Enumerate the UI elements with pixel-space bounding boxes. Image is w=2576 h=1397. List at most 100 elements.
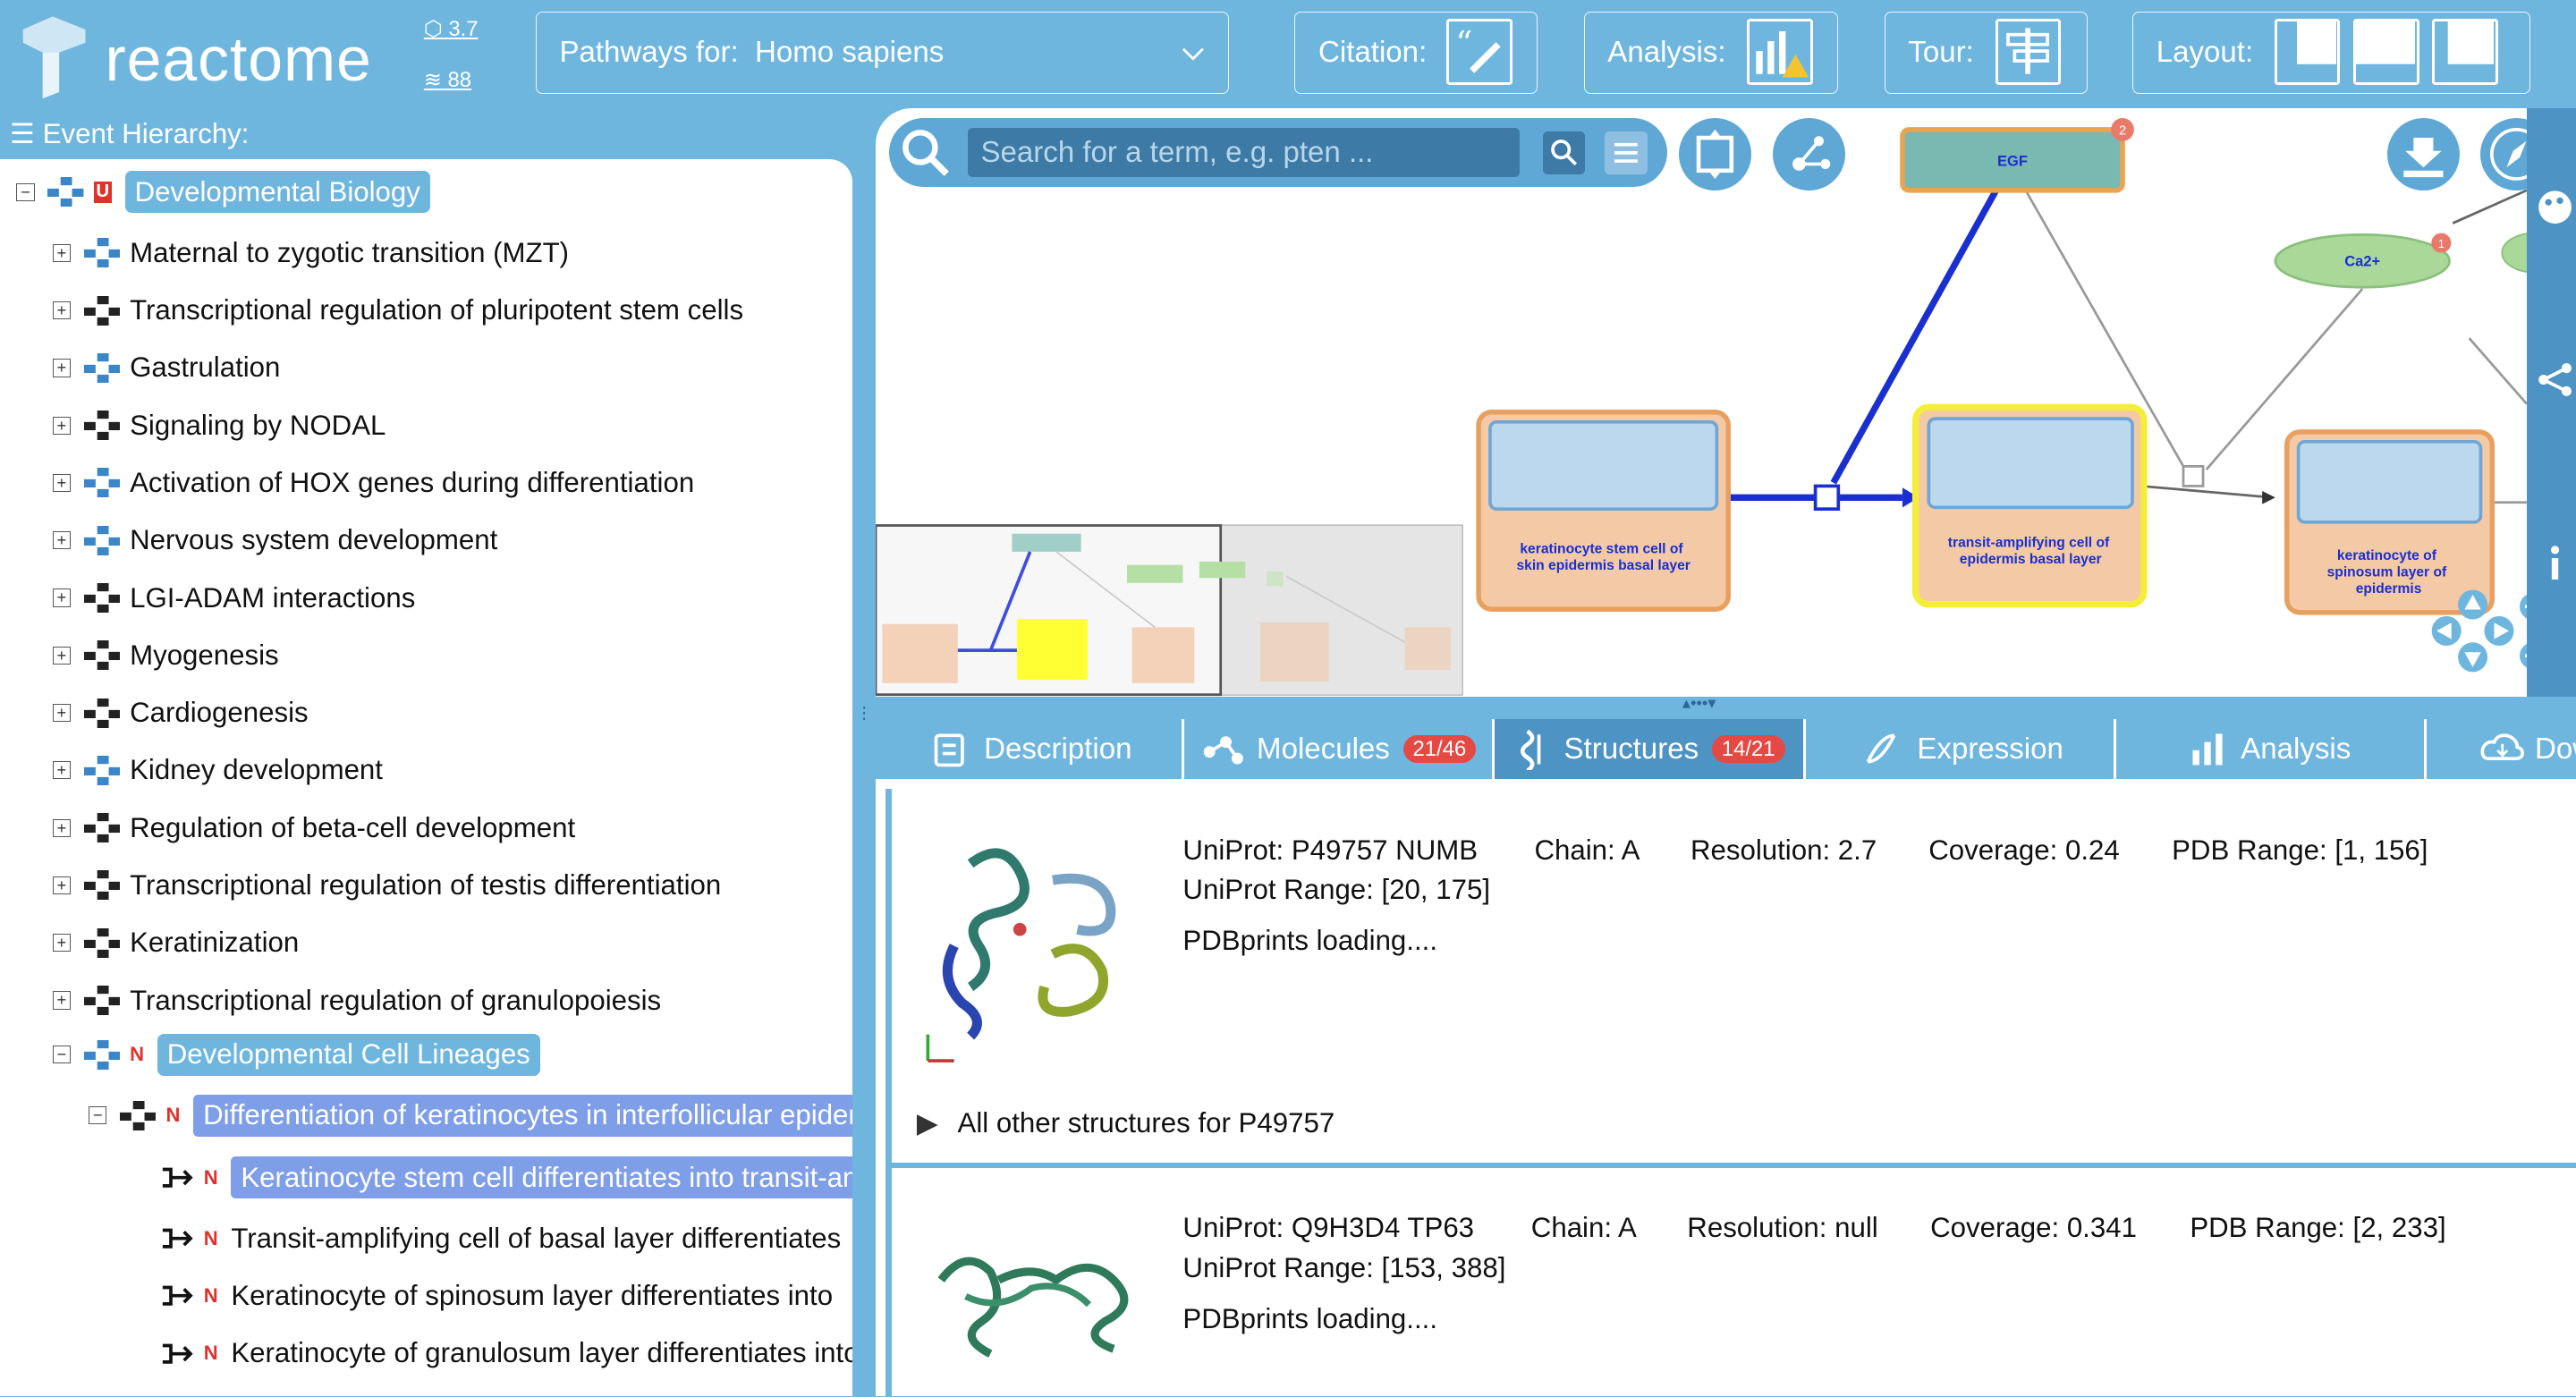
analysis-button[interactable] [1747, 19, 1813, 85]
tab-description[interactable]: Description [875, 719, 1185, 779]
layout-button-right[interactable] [2432, 19, 2498, 85]
tour-box: Tour: [1884, 11, 2089, 94]
expand-toggle[interactable]: + [52, 243, 71, 262]
palette-icon[interactable] [2530, 184, 2576, 233]
tree-reaction-stem-cell[interactable]: N Keratinocyte stem cell differentiates … [161, 1153, 853, 1202]
expand-toggle[interactable]: + [52, 761, 71, 780]
tab-structures[interactable]: Structures 14/21 [1495, 719, 1806, 779]
tab-download[interactable]: Download [2426, 719, 2576, 779]
version-link[interactable]: ⬡ 3.7 [424, 16, 479, 42]
pathway-icon [83, 1039, 121, 1070]
vertical-drag-handle[interactable]: ⋮ [856, 704, 872, 789]
expand-toggle[interactable]: + [52, 531, 71, 550]
tree-root-label[interactable]: Developmental Biology [124, 171, 430, 214]
dna-icon [1866, 733, 1896, 765]
tree-item-nodal[interactable]: + Signaling by NODAL [52, 401, 386, 450]
search-options-button[interactable] [1605, 131, 1648, 174]
tree-item-label[interactable]: Differentiation of keratinocytes in inte… [193, 1094, 853, 1137]
compass-button[interactable] [2480, 118, 2527, 191]
species-selector[interactable]: Pathways for: Homo sapiens [535, 11, 1229, 94]
expand-toggle[interactable]: + [52, 301, 71, 320]
expand-toggle[interactable]: + [52, 876, 71, 895]
tree-reaction-granulosum[interactable]: N Keratinocyte of granulosum layer diffe… [161, 1329, 852, 1378]
tour-button[interactable] [1995, 19, 2062, 85]
hierarchy-icon: ☰ [10, 118, 36, 150]
tree-item-hox[interactable]: + Activation of HOX genes during differe… [52, 458, 695, 507]
uniprot-id[interactable]: UniProt: Q9H3D4 TP63 [1182, 1212, 1474, 1244]
expand-toggle[interactable]: + [52, 934, 71, 952]
subpathway-icon [83, 295, 121, 326]
tree-item-nervous[interactable]: + Nervous system development [52, 516, 497, 565]
new-badge: N [203, 1165, 218, 1189]
tree-item-label: Activation of HOX genes during different… [130, 466, 695, 498]
tree-item-cardiogenesis[interactable]: + Cardiogenesis [52, 689, 309, 738]
collapse-toggle[interactable]: − [16, 182, 35, 201]
collapse-toggle[interactable]: − [52, 1046, 71, 1064]
tree-item-pluripotent[interactable]: + Transcriptional regulation of pluripot… [52, 286, 743, 335]
zoom-out-button[interactable] [2515, 638, 2527, 673]
search-icon[interactable] [899, 126, 952, 179]
expand-toggle[interactable]: + [52, 704, 71, 723]
fit-diagram-button[interactable] [1679, 118, 1751, 191]
details-tabs: Description Molecules 21/46 Structures 1… [875, 719, 2576, 779]
layout-box: Layout: [2132, 11, 2530, 94]
db-version-link[interactable]: ≋ 88 [424, 67, 471, 93]
reactome-logo[interactable]: reactome [10, 10, 404, 99]
expand-toggle[interactable]: + [52, 818, 71, 837]
signpost-icon [2005, 28, 2049, 74]
diagram-canvas[interactable]: EGF 2 Ca2+ 1 keratinocyte stem cell of s… [875, 108, 2527, 697]
collapse-toggle[interactable]: − [89, 1106, 107, 1125]
tree-item-lgi-adam[interactable]: + LGI-ADAM interactions [52, 573, 415, 622]
tree-item-myogenesis[interactable]: + Myogenesis [52, 631, 279, 680]
tree-root-item[interactable]: − U Developmental Biology [16, 167, 430, 216]
quote-edit-icon: “ [1456, 24, 1501, 73]
drag-handle-icon[interactable]: ▴•••▾ [1682, 693, 1716, 713]
tree-item-keratinocyte-differentiation[interactable]: − N Differentiation of keratinocytes in … [89, 1091, 853, 1140]
expand-toggle[interactable]: + [52, 646, 71, 665]
zoom-in-button[interactable] [2515, 588, 2527, 624]
tree-item-cell-lineages[interactable]: − N Developmental Cell Lineages [52, 1030, 540, 1080]
uniprot-id[interactable]: UniProt: P49757 NUMB [1182, 834, 1478, 867]
layout-button-bottom[interactable] [2353, 19, 2419, 85]
illustration-button[interactable] [1772, 118, 1845, 191]
tree-item-beta-cell[interactable]: + Regulation of beta-cell development [52, 803, 576, 852]
tree-reaction-transit-amplifying[interactable]: N Transit-amplifying cell of basal layer… [161, 1214, 841, 1263]
tab-expression[interactable]: Expression [1805, 719, 2116, 779]
diagram-thumbnail[interactable] [875, 524, 1463, 697]
info-icon[interactable] [2530, 538, 2576, 588]
tree-item-mzt[interactable]: + Maternal to zygotic transition (MZT) [52, 228, 569, 277]
search-submit-button[interactable] [1542, 131, 1586, 174]
layout-button-left[interactable] [2274, 19, 2341, 85]
pan-arrows-icon[interactable] [2428, 585, 2527, 677]
other-structures-toggle[interactable]: ▶ All other structures for P49757 [917, 1107, 1335, 1139]
analysis-box: Analysis: [1583, 11, 1839, 94]
expand-toggle[interactable]: + [52, 991, 71, 1010]
tree-item-gastrulation[interactable]: + Gastrulation [52, 343, 280, 393]
tree-reaction-spinosum[interactable]: N Keratinocyte of spinosum layer differe… [161, 1272, 833, 1321]
download-button[interactable] [2386, 118, 2460, 191]
tree-item-keratinization[interactable]: + Keratinization [52, 919, 299, 968]
share-icon[interactable] [2530, 355, 2576, 404]
expand-toggle[interactable]: + [52, 416, 71, 435]
tree-item-label[interactable]: Developmental Cell Lineages [157, 1033, 540, 1076]
panel-divider[interactable]: ▴•••▾ [852, 693, 2576, 720]
pathway-diagram[interactable]: EGF 2 Ca2+ 1 keratinocyte stem cell of s… [875, 108, 2527, 697]
tree-item-kidney[interactable]: + Kidney development [52, 746, 383, 795]
diagram-search-input[interactable]: Search for a term, e.g. pten ... [967, 128, 1520, 178]
protein-structure-image[interactable] [921, 831, 1135, 1045]
tree-item-label: Cardiogenesis [130, 697, 309, 729]
tree-item-granulopoiesis[interactable]: + Transcriptional regulation of granulop… [52, 976, 661, 1025]
tab-molecules[interactable]: Molecules 21/46 [1184, 719, 1496, 779]
tree-item-testis[interactable]: + Transcriptional regulation of testis d… [52, 860, 721, 910]
expand-toggle[interactable]: + [52, 588, 71, 607]
expand-toggle[interactable]: + [52, 473, 71, 493]
pan-controls [2428, 585, 2527, 677]
citation-button[interactable]: “ [1446, 19, 1513, 85]
tree-item-label: Regulation of beta-cell development [130, 811, 576, 843]
tree-item-label: Transit-amplifying cell of basal layer d… [231, 1222, 842, 1254]
axes-icon [926, 1035, 955, 1063]
protein-structure-image[interactable] [933, 1231, 1147, 1378]
tab-analysis[interactable]: Analysis [2115, 719, 2427, 779]
expand-toggle[interactable]: + [52, 359, 71, 377]
tree-item-label[interactable]: Keratinocyte stem cell differentiates in… [231, 1156, 853, 1199]
